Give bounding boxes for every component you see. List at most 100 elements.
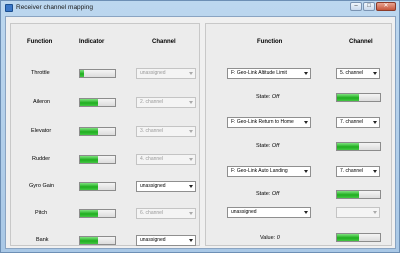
indicator-altitude-limit — [336, 93, 381, 102]
state-label: State: — [256, 143, 271, 149]
select-value: unassigned — [140, 237, 166, 243]
select-value: 5. channel — [340, 70, 364, 76]
select-value: 7. channel — [340, 168, 364, 174]
chevron-down-icon — [189, 158, 193, 161]
channel-mapping-panel: Function Indicator Channel Throttle unas… — [10, 23, 200, 246]
indicator-fill — [337, 234, 359, 241]
function-channel-select-auto-landing[interactable]: 7. channel — [336, 166, 380, 177]
indicator-aileron — [79, 98, 116, 107]
indicator-elevator — [79, 127, 116, 136]
select-value: F: Geo-Link Auto Landing — [231, 168, 288, 174]
indicator-fill — [337, 94, 359, 101]
function-select-unassigned[interactable]: unassigned — [227, 207, 311, 218]
state-value: Off — [271, 94, 280, 100]
state-value: Off — [271, 191, 280, 197]
dialog-window: Receiver channel mapping – □ ✕ Function … — [0, 0, 400, 253]
chevron-down-icon — [189, 185, 193, 188]
indicator-fill — [80, 237, 98, 244]
channel-select-gyro-gain[interactable]: unassigned — [136, 181, 196, 192]
state-label: State: — [256, 191, 271, 197]
chevron-down-icon — [373, 170, 377, 173]
select-value: 6. channel — [140, 210, 164, 216]
chevron-down-icon — [189, 72, 193, 75]
indicator-fill — [337, 191, 359, 198]
indicator-return-to-home — [336, 142, 381, 151]
row-label-rudder: Rudder — [32, 156, 51, 162]
indicator-bank — [79, 236, 116, 245]
row-label-aileron: Aileron — [33, 99, 51, 105]
state-label: State: — [256, 94, 271, 100]
row-label-gyro-gain: Gyro Gain — [29, 183, 55, 189]
chevron-down-icon — [189, 212, 193, 215]
chevron-down-icon — [189, 130, 193, 133]
indicator-unassigned — [336, 233, 381, 242]
function-select-return-to-home[interactable]: F: Geo-Link Return to Home — [227, 117, 311, 128]
function-select-altitude-limit[interactable]: F: Geo-Link Altitude Limit — [227, 68, 311, 79]
chevron-down-icon — [189, 101, 193, 104]
select-value: unassigned — [231, 209, 257, 215]
chevron-down-icon — [304, 211, 308, 214]
function-mapping-panel: Function Channel F: Geo-Link Altitude Li… — [205, 23, 392, 246]
app-icon — [5, 4, 13, 12]
indicator-fill — [80, 128, 98, 135]
select-value: 7. channel — [340, 119, 364, 125]
window-title: Receiver channel mapping — [16, 4, 93, 11]
chevron-down-icon — [189, 239, 193, 242]
select-value: 4. channel — [140, 156, 164, 162]
state-text-return-to-home: State: Off — [256, 143, 279, 149]
channel-select-throttle[interactable]: unassigned — [136, 68, 196, 79]
state-value: Off — [271, 143, 280, 149]
chevron-down-icon — [373, 72, 377, 75]
row-label-pitch: Pitch — [35, 210, 48, 216]
title-bar[interactable]: Receiver channel mapping – □ ✕ — [1, 1, 399, 16]
indicator-fill — [80, 70, 84, 77]
select-value: 3. channel — [140, 128, 164, 134]
channel-select-bank[interactable]: unassigned — [136, 235, 196, 246]
chevron-down-icon — [304, 170, 308, 173]
maximize-button[interactable]: □ — [363, 2, 375, 11]
indicator-auto-landing — [336, 190, 381, 199]
state-value: 0 — [276, 235, 280, 241]
function-channel-select-return-to-home[interactable]: 7. channel — [336, 117, 380, 128]
state-text-altitude-limit: State: Off — [256, 94, 279, 100]
header-function-right: Function — [257, 39, 283, 45]
select-value: F: Geo-Link Return to Home — [231, 119, 294, 125]
value-text-unassigned: Value: 0 — [260, 235, 280, 241]
select-value: unassigned — [140, 70, 166, 76]
indicator-rudder — [79, 155, 116, 164]
row-label-bank: Bank — [36, 237, 49, 243]
indicator-throttle — [79, 69, 116, 78]
channel-select-aileron[interactable]: 2. channel — [136, 97, 196, 108]
function-select-auto-landing[interactable]: F: Geo-Link Auto Landing — [227, 166, 311, 177]
select-value: 2. channel — [140, 99, 164, 105]
indicator-fill — [80, 99, 98, 106]
minimize-button[interactable]: – — [350, 2, 362, 11]
header-indicator: Indicator — [79, 39, 105, 45]
indicator-fill — [80, 210, 98, 217]
header-channel-right: Channel — [349, 39, 373, 45]
state-label: Value: — [260, 235, 276, 241]
row-label-elevator: Elevator — [31, 128, 52, 134]
indicator-fill — [337, 143, 359, 150]
indicator-fill — [80, 183, 98, 190]
function-channel-select-unassigned[interactable] — [336, 207, 380, 218]
function-channel-select-altitude-limit[interactable]: 5. channel — [336, 68, 380, 79]
state-text-auto-landing: State: Off — [256, 191, 279, 197]
select-value: F: Geo-Link Altitude Limit — [231, 70, 287, 76]
channel-select-pitch[interactable]: 6. channel — [136, 208, 196, 219]
indicator-gyro-gain — [79, 182, 116, 191]
header-function: Function — [27, 39, 53, 45]
chevron-down-icon — [373, 121, 377, 124]
select-value: unassigned — [140, 183, 166, 189]
row-label-throttle: Throttle — [31, 70, 50, 76]
chevron-down-icon — [304, 72, 308, 75]
indicator-fill — [80, 156, 98, 163]
channel-select-elevator[interactable]: 3. channel — [136, 126, 196, 137]
close-button[interactable]: ✕ — [376, 2, 396, 11]
indicator-pitch — [79, 209, 116, 218]
header-channel: Channel — [152, 39, 176, 45]
window-controls: – □ ✕ — [350, 2, 396, 12]
client-area: Function Indicator Channel Throttle unas… — [5, 16, 396, 249]
channel-select-rudder[interactable]: 4. channel — [136, 154, 196, 165]
chevron-down-icon — [304, 121, 308, 124]
